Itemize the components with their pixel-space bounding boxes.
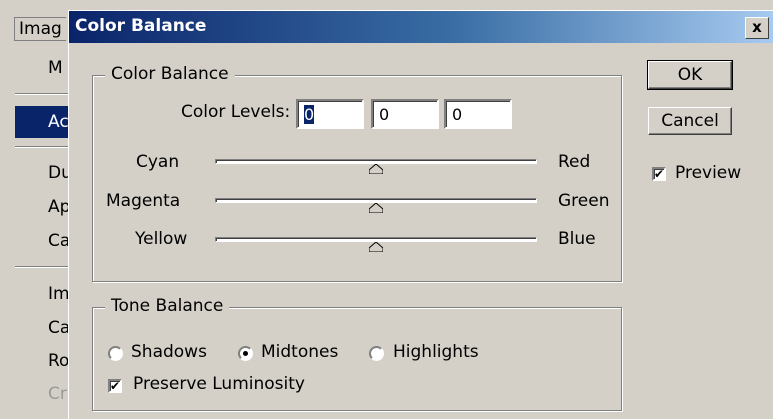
midtones-radio[interactable] xyxy=(238,346,253,361)
color-balance-legend: Color Balance xyxy=(105,64,235,84)
slider-left-label-yellow: Yellow xyxy=(135,229,188,249)
preview-label[interactable]: Preview xyxy=(675,163,741,183)
midtones-label[interactable]: Midtones xyxy=(261,342,338,362)
magenta-green-slider-thumb[interactable] xyxy=(369,203,383,213)
preview-checkbox[interactable]: ✔ xyxy=(652,167,666,181)
tone-balance-legend: Tone Balance xyxy=(105,296,230,316)
menu-separator xyxy=(15,93,72,95)
background-dropdown-menu: M Ac Du Ap Ca Im Ca Ro Cr xyxy=(0,48,73,418)
slider-right-label-blue: Blue xyxy=(558,229,596,249)
color-level-value: 0 xyxy=(379,105,390,124)
color-level-input-cyan-red[interactable]: 0 xyxy=(296,99,364,129)
menu-item[interactable]: Ca xyxy=(48,318,70,338)
color-level-value: 0 xyxy=(304,105,315,124)
preserve-luminosity-label[interactable]: Preserve Luminosity xyxy=(133,374,305,394)
highlights-radio[interactable] xyxy=(369,346,384,361)
menu-item-disabled: Cr xyxy=(48,384,67,404)
close-icon: x xyxy=(752,18,762,36)
menu-separator xyxy=(15,146,72,148)
tone-balance-group: Tone Balance Shadows Midtones Highlights… xyxy=(92,296,622,411)
shadows-label[interactable]: Shadows xyxy=(131,342,207,362)
slider-left-label-magenta: Magenta xyxy=(106,191,181,211)
menu-item[interactable]: M xyxy=(48,58,63,78)
image-menu-title[interactable]: Imag xyxy=(14,17,66,41)
slider-left-label-cyan: Cyan xyxy=(136,152,180,172)
slider-right-label-red: Red xyxy=(558,152,591,172)
dialog-title: Color Balance xyxy=(75,16,207,36)
checkmark-icon: ✔ xyxy=(110,379,121,393)
close-button[interactable]: x xyxy=(745,17,769,39)
shadows-radio[interactable] xyxy=(108,346,123,361)
slider-right-label-green: Green xyxy=(558,191,610,211)
ok-button[interactable]: OK xyxy=(647,60,733,90)
yellow-blue-slider-thumb[interactable] xyxy=(369,242,383,252)
menu-separator xyxy=(15,266,72,268)
color-balance-group: Color Balance Color Levels: 0 0 0 Cyan R… xyxy=(92,64,622,282)
color-level-value: 0 xyxy=(452,105,463,124)
color-levels-label: Color Levels: xyxy=(181,102,291,122)
menu-item[interactable]: Ca xyxy=(48,231,70,251)
highlights-label[interactable]: Highlights xyxy=(393,342,479,362)
cyan-red-slider-thumb[interactable] xyxy=(369,164,383,174)
preserve-luminosity-checkbox[interactable]: ✔ xyxy=(108,379,122,393)
checkmark-icon: ✔ xyxy=(654,167,665,181)
color-level-input-magenta-green[interactable]: 0 xyxy=(371,99,439,129)
menu-item[interactable]: Ro xyxy=(48,351,69,371)
dialog-titlebar[interactable]: Color Balance x xyxy=(69,11,773,43)
menu-item-selected[interactable]: Ac xyxy=(15,106,72,138)
menu-item[interactable]: Im xyxy=(48,284,70,304)
color-level-input-yellow-blue[interactable]: 0 xyxy=(444,99,512,129)
radio-dot xyxy=(243,351,248,356)
cancel-button[interactable]: Cancel xyxy=(648,107,732,135)
color-balance-dialog: Color Balance x Color Balance Color Leve… xyxy=(68,10,773,419)
